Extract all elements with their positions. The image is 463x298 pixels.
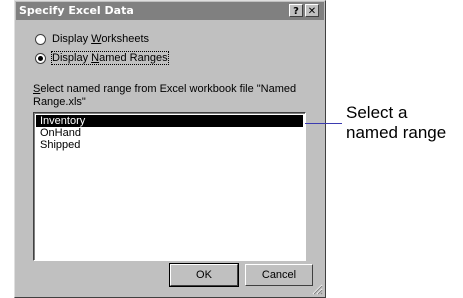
ok-button[interactable]: OK [169,263,239,287]
radio-label-named-ranges: Display Named Ranges [51,51,169,65]
close-button[interactable]: ✕ [305,4,319,17]
radio-selected-dot [38,55,43,61]
help-button[interactable]: ? [289,4,303,17]
radio-label-worksheets: Display Worksheets [52,33,150,45]
close-icon: ✕ [307,6,317,17]
named-range-listbox[interactable]: Inventory OnHand Shipped [33,112,306,261]
callout-line [305,123,342,124]
callout-text: Select a named range [346,103,447,142]
list-item[interactable]: Shipped [36,139,303,151]
dialog-title: Specify Excel Data [19,4,134,17]
list-item[interactable]: OnHand [36,127,303,139]
title-bar[interactable]: Specify Excel Data ? ✕ [16,2,324,20]
radio-display-named-ranges[interactable]: Display Named Ranges [35,51,169,65]
radio-button-icon[interactable] [35,52,46,64]
radio-button-icon[interactable] [35,33,46,45]
cancel-button[interactable]: Cancel [245,264,313,286]
list-prompt: Select named range from Excel workbook f… [33,83,297,108]
list-item[interactable]: Inventory [36,115,303,127]
resize-grip-icon[interactable] [311,283,323,295]
radio-display-worksheets[interactable]: Display Worksheets [35,32,149,46]
specify-excel-data-dialog: Specify Excel Data ? ✕ Display Worksheet… [14,0,326,298]
